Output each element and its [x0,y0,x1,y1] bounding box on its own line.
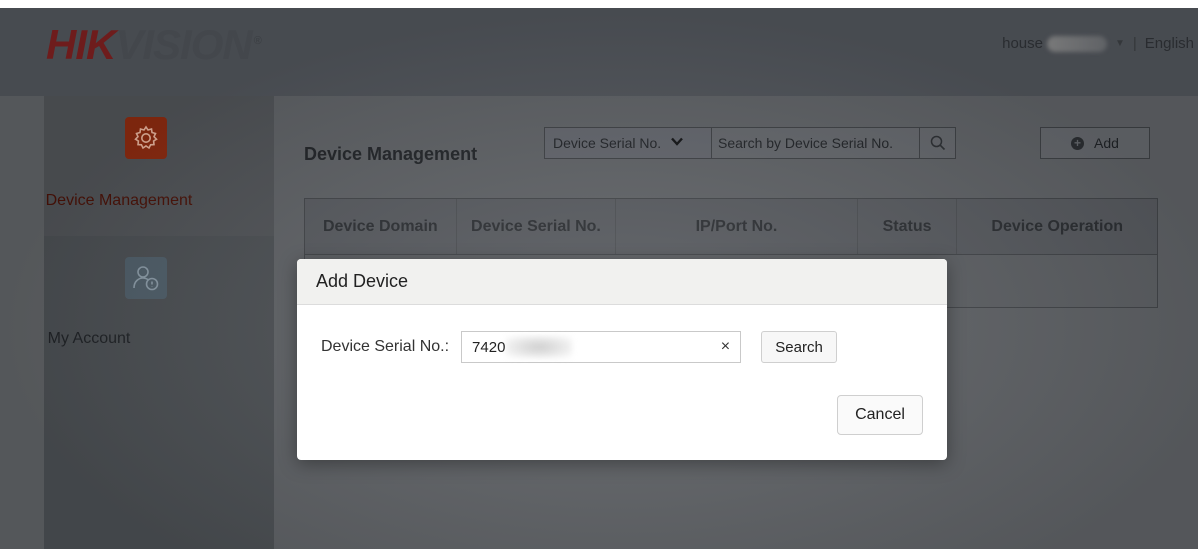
column-header-ip-port: IP/Port No. [616,199,858,254]
hikvision-logo: HIKVISION ® [46,18,262,68]
plus-circle-icon: + [1071,136,1085,150]
search-filter-select[interactable]: Device Serial No. [544,127,712,159]
dialog-title: Add Device [316,271,409,291]
column-header-device-domain: Device Domain [305,199,457,254]
gear-icon [125,117,167,159]
user-dropdown-caret-icon[interactable]: ▼ [1115,38,1125,49]
add-device-dialog: Add Device Device Serial No.: 7420 × Sea… [297,259,947,460]
clear-icon[interactable]: × [721,338,730,356]
chevron-down-icon [671,137,684,149]
username[interactable]: house [1002,35,1043,52]
page-title: Device Management [304,144,478,164]
search-input[interactable]: Search by Device Serial No. [712,127,920,159]
serial-number-input[interactable]: 7420 × [461,331,742,363]
sidebar-item-label: Device Management [45,192,193,209]
search-group: Device Serial No. Search by Device Seria… [544,127,956,159]
sidebar-item-label: My Account [47,330,131,347]
user-area: house ▼ | English [1002,35,1194,52]
username-redacted [1046,35,1107,52]
logo-registered-mark: ® [253,35,262,47]
search-icon [930,135,945,151]
dialog-header: Add Device [297,259,947,305]
serial-number-value: 7420 [472,338,506,356]
filter-selected-value: Device Serial No. [553,135,662,151]
add-button-label: Add [1094,135,1119,151]
add-device-button[interactable]: + Add [1040,127,1150,159]
sidebar-item-my-account[interactable]: My Account [44,246,274,366]
language-selector[interactable]: English [1145,35,1194,52]
cancel-button[interactable]: Cancel [837,395,923,435]
serial-field-label: Device Serial No.: [321,338,450,355]
column-header-status: Status [858,199,958,254]
search-button[interactable] [920,127,956,159]
sidebar: Device Management My Account [44,96,274,549]
table-header-row: Device Domain Device Serial No. IP/Port … [305,199,1157,255]
screen: HIKVISION ® house ▼ | English Device Mana… [0,8,1198,549]
header-separator: | [1132,35,1137,52]
column-header-device-operation: Device Operation [991,217,1124,235]
serial-row: Device Serial No.: 7420 × Search [321,331,838,363]
dialog-search-button[interactable]: Search [761,331,838,363]
account-icon [125,257,167,299]
sidebar-item-device-management[interactable]: Device Management [44,96,274,236]
column-header-device-serial: Device Serial No. [457,199,617,254]
logo-part-vision: VISION [115,21,252,68]
top-header: HIKVISION ® house ▼ | English [0,8,1198,96]
logo-part-hik: HIK [46,21,116,68]
serial-redacted [506,336,573,358]
search-placeholder: Search by Device Serial No. [718,135,894,151]
